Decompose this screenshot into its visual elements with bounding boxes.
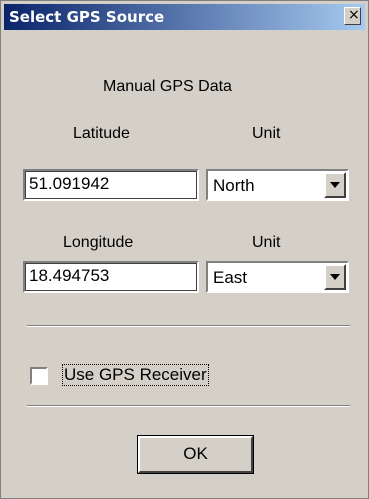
title-bar[interactable]: Select GPS Source × [4,4,365,30]
separator [27,405,350,407]
close-icon: × [348,7,360,23]
latitude-unit-value: North [213,176,255,195]
longitude-input[interactable]: 18.494753 [23,261,199,293]
use-gps-receiver-label[interactable]: Use GPS Receiver [62,364,209,386]
manual-gps-heading: Manual GPS Data [103,78,232,95]
longitude-unit-dropdown-button[interactable] [324,264,346,290]
ok-button[interactable]: OK [137,435,254,474]
latitude-input[interactable]: 51.091942 [23,169,199,201]
latitude-unit-label: Unit [252,125,281,142]
separator [27,325,350,327]
longitude-unit-label: Unit [252,234,281,251]
chevron-down-icon [330,274,340,280]
latitude-unit-select[interactable]: North [206,169,349,201]
latitude-label: Latitude [73,125,130,142]
use-gps-receiver-checkbox[interactable] [30,367,48,385]
select-gps-source-dialog: Select GPS Source × Manual GPS Data Lati… [0,0,369,499]
chevron-down-icon [330,182,340,188]
close-button[interactable]: × [344,7,361,25]
dialog-title: Select GPS Source [9,8,165,26]
longitude-unit-value: East [213,268,248,287]
latitude-unit-dropdown-button[interactable] [324,172,346,198]
longitude-unit-select[interactable]: East [206,261,349,293]
longitude-label: Longitude [63,234,134,251]
